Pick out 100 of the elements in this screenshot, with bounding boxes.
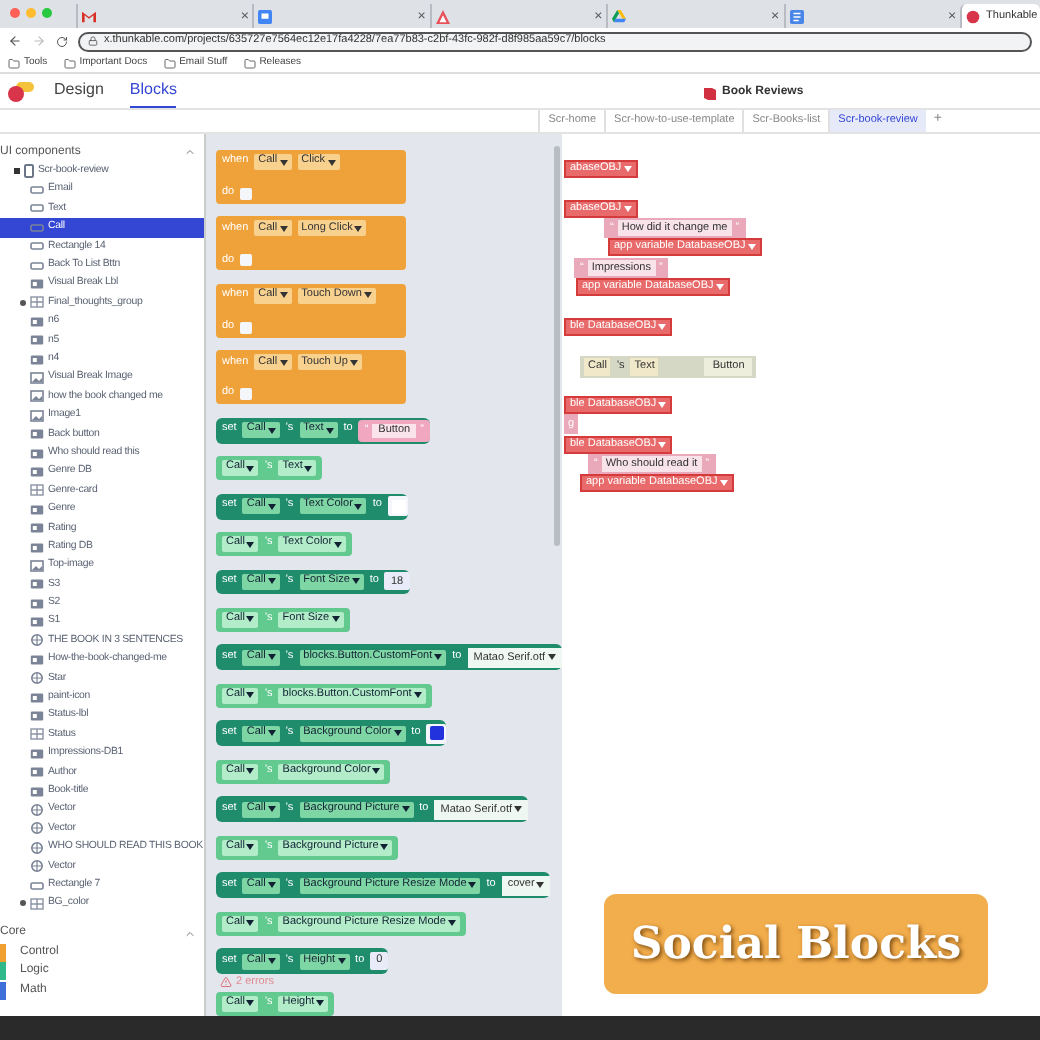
caret-icon (246, 920, 255, 927)
label-icon (30, 503, 44, 516)
caret-icon (327, 159, 336, 165)
caret-icon (316, 1000, 325, 1007)
caret-icon (623, 206, 632, 212)
label-icon (30, 597, 44, 610)
mode-tab[interactable]: Design (54, 74, 104, 108)
caret-icon (246, 844, 255, 851)
caret-icon (658, 324, 667, 330)
mail-icon (82, 9, 96, 23)
caret-icon (267, 427, 276, 434)
label-icon (30, 522, 44, 535)
globe-icon (30, 803, 44, 816)
caret-icon (279, 159, 288, 165)
label-icon (30, 278, 44, 291)
grid-icon (30, 484, 44, 497)
back-icon[interactable] (8, 34, 22, 48)
caret-icon (380, 844, 389, 851)
grid-icon (30, 728, 44, 741)
caret-icon (351, 578, 360, 585)
caret-icon (363, 292, 372, 299)
document-icon (789, 9, 804, 23)
caret-icon (246, 692, 255, 699)
label-icon (30, 315, 44, 328)
caret-icon (514, 806, 523, 813)
label-icon (30, 785, 44, 798)
image-icon (30, 371, 44, 384)
label-icon (30, 334, 44, 347)
label-icon (30, 691, 44, 704)
statement-slot (240, 254, 253, 267)
label-icon (30, 541, 44, 553)
caret-icon (468, 882, 477, 889)
globe-icon (30, 860, 44, 873)
triangle-icon (435, 9, 450, 23)
caret-icon (267, 730, 276, 737)
caret-icon (267, 654, 276, 661)
caret-icon (623, 166, 632, 172)
folder-icon (8, 57, 20, 69)
caret-icon (337, 958, 346, 964)
caret-icon (334, 541, 343, 548)
reload-icon[interactable] (56, 35, 68, 47)
caret-icon (401, 806, 410, 813)
caret-icon (267, 503, 276, 510)
caption-banner: Social Blocks (604, 894, 988, 994)
globe-icon (30, 841, 44, 854)
rectangle-icon (30, 879, 44, 892)
caret-icon (434, 654, 443, 661)
label-icon (30, 747, 44, 760)
collapsed-marker[interactable] (20, 299, 26, 306)
caret-icon (413, 692, 422, 699)
caret-icon (246, 1000, 255, 1007)
image-icon (30, 559, 44, 572)
globe-icon (30, 822, 44, 835)
caret-icon (246, 616, 255, 623)
caret-icon (536, 882, 545, 889)
caret-icon (354, 503, 363, 510)
folder-icon (163, 57, 176, 69)
caret-icon (267, 578, 276, 585)
caret-icon (354, 225, 363, 232)
caret-icon (719, 480, 728, 486)
caret-icon (372, 768, 381, 775)
caret-icon (246, 541, 255, 548)
caret-icon (349, 359, 358, 366)
collapsed-marker[interactable] (20, 900, 26, 907)
slides-icon (258, 9, 273, 23)
caret-icon (658, 442, 667, 448)
caret-icon (267, 882, 276, 889)
folder-icon (63, 57, 76, 69)
lock-icon (88, 36, 98, 46)
expanded-marker[interactable] (14, 168, 20, 175)
caret-icon (547, 654, 556, 661)
grid-icon (30, 897, 44, 910)
label-icon (30, 616, 44, 629)
image-icon (30, 409, 44, 422)
phone-icon (24, 164, 34, 179)
caret-icon (246, 465, 255, 472)
mode-tab[interactable]: Blocks (129, 74, 177, 108)
app-logo-icon (966, 9, 981, 23)
caret-icon (279, 359, 288, 366)
label-icon (30, 578, 44, 591)
caret-icon (331, 616, 340, 623)
folder-icon (243, 57, 256, 69)
book-icon (704, 86, 716, 100)
caret-icon (658, 402, 667, 408)
label-icon (30, 465, 44, 478)
caret-icon (246, 768, 255, 775)
caret-icon (279, 292, 288, 299)
label-icon (30, 447, 44, 460)
image-icon (30, 390, 44, 403)
caret-icon (747, 244, 756, 250)
label-icon (30, 710, 44, 723)
statement-slot (240, 187, 253, 200)
app-logo-icon (6, 81, 34, 101)
statement-slot (240, 321, 253, 334)
flyout-scrollbar[interactable] (554, 146, 560, 546)
globe-icon (30, 634, 44, 647)
globe-icon (30, 672, 44, 685)
caret-icon (325, 427, 334, 434)
caret-icon (279, 225, 288, 232)
label-icon (30, 353, 44, 366)
